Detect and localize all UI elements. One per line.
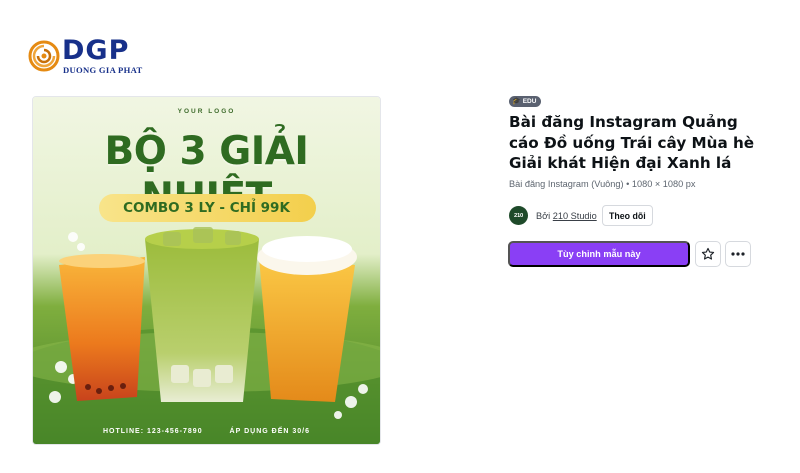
preview-footer: HOTLINE: 123-456-7890 ÁP DỤNG ĐẾN 30/6	[33, 428, 380, 435]
preview-combo: COMBO 3 LY - CHỈ 99K	[123, 200, 290, 216]
by-label: Bởi	[536, 211, 551, 221]
author-link[interactable]: 210 Studio	[553, 211, 597, 221]
more-options-button[interactable]	[725, 241, 751, 267]
favorite-button[interactable]	[695, 241, 721, 267]
edu-badge: 🎓 EDU	[509, 96, 542, 107]
more-icon	[731, 252, 745, 256]
follow-button[interactable]: Theo dõi	[602, 205, 653, 226]
preview-apply-date: ÁP DỤNG ĐẾN 30/6	[229, 428, 310, 435]
preview-hotline: HOTLINE: 123-456-7890	[103, 428, 203, 435]
preview-your-logo: YOUR LOGO	[177, 108, 236, 115]
template-title: Bài đăng Instagram Quảng cáo Đồ uống Trá…	[509, 113, 755, 172]
author-byline: Bởi 210 Studio	[536, 211, 597, 221]
customize-template-button[interactable]: Tùy chỉnh mẫu này	[508, 241, 690, 267]
graduation-cap-icon: 🎓	[512, 98, 521, 105]
brand-logo: DGP DUONG GIA PHAT	[28, 35, 158, 76]
logo-swirl-icon	[28, 40, 60, 72]
edu-badge-label: EDU	[522, 98, 537, 105]
template-preview[interactable]: YOUR LOGO BỘ 3 GIẢI NHIỆT COMBO 3 LY - C…	[32, 96, 381, 445]
logo-subtitle: DUONG GIA PHAT	[63, 65, 143, 75]
author-avatar[interactable]: 210	[509, 206, 528, 225]
star-icon	[701, 247, 715, 260]
logo-wordmark: DGP	[62, 35, 130, 66]
template-meta: Bài đăng Instagram (Vuông) • 1080 × 1080…	[509, 179, 696, 189]
